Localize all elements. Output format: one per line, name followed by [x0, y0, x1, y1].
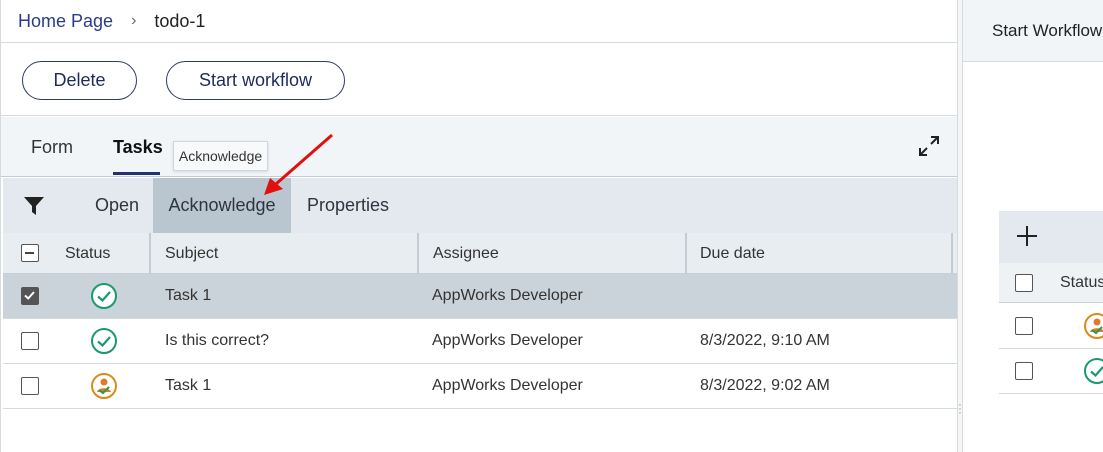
column-divider[interactable]: [685, 233, 687, 274]
task-toolbar: Open Acknowledge Properties: [3, 178, 958, 233]
row-checkbox[interactable]: [1015, 362, 1033, 380]
assignee-cell: AppWorks Developer: [432, 377, 583, 394]
completed-icon: [91, 328, 117, 354]
tooltip: Acknowledge: [173, 141, 268, 171]
delete-button[interactable]: Delete: [22, 61, 137, 100]
acknowledge-button[interactable]: Acknowledge: [153, 178, 291, 233]
filter-icon[interactable]: [23, 196, 45, 216]
drag-handle-icon[interactable]: · · ·: [958, 398, 962, 418]
table-row[interactable]: Task 1 AppWorks Developer: [3, 274, 958, 319]
open-button[interactable]: Open: [81, 178, 153, 233]
table-row[interactable]: Is this correct? AppWorks Developer 8/3/…: [3, 319, 958, 364]
right-panel-toolbar: [999, 211, 1103, 263]
tab-form[interactable]: Form: [31, 137, 73, 158]
completed-icon: [1084, 358, 1103, 384]
table-row[interactable]: [999, 304, 1103, 349]
column-header-status[interactable]: Status: [1060, 274, 1103, 292]
assignee-cell: AppWorks Developer: [432, 332, 583, 349]
column-header-subject[interactable]: Subject: [165, 233, 218, 274]
subject-cell: Is this correct?: [165, 332, 270, 349]
right-panel-title: Start Workflow: [963, 0, 1103, 62]
add-icon[interactable]: [1014, 223, 1040, 249]
completed-icon: [91, 283, 117, 309]
column-divider[interactable]: [417, 233, 419, 274]
due-date-cell: 8/3/2022, 9:02 AM: [700, 377, 830, 394]
properties-button[interactable]: Properties: [293, 178, 403, 233]
due-date-cell: 8/3/2022, 9:10 AM: [700, 332, 830, 349]
start-workflow-button[interactable]: Start workflow: [166, 61, 345, 100]
column-header-due-date[interactable]: Due date: [700, 233, 765, 274]
chevron-right-icon: ›: [131, 12, 137, 29]
column-divider[interactable]: [951, 233, 953, 274]
expand-icon[interactable]: [918, 135, 940, 157]
column-header-status[interactable]: Status: [65, 233, 110, 274]
row-checkbox[interactable]: [21, 287, 39, 305]
active-tab-indicator: [113, 172, 160, 175]
tab-bar: Form Tasks: [1, 117, 958, 177]
assignee-cell: AppWorks Developer: [432, 287, 583, 304]
row-checkbox[interactable]: [21, 332, 39, 350]
tab-tasks[interactable]: Tasks: [113, 137, 163, 158]
right-panel: Start Workflow Status: [963, 0, 1103, 452]
table-row[interactable]: [999, 349, 1103, 394]
select-all-checkbox[interactable]: [21, 244, 39, 262]
row-checkbox[interactable]: [1015, 317, 1033, 335]
breadcrumb-home-link[interactable]: Home Page: [18, 11, 113, 32]
table-row[interactable]: Task 1 AppWorks Developer 8/3/2022, 9:02…: [3, 364, 958, 409]
assigned-user-icon: [91, 373, 117, 399]
right-panel-table-header: Status: [999, 263, 1103, 303]
checkmark-icon: [24, 291, 35, 300]
main-panel: Home Page › todo-1 Delete Start workflow…: [0, 0, 958, 452]
row-checkbox[interactable]: [21, 377, 39, 395]
column-header-assignee[interactable]: Assignee: [433, 233, 499, 274]
select-all-checkbox[interactable]: [1015, 274, 1033, 292]
assigned-user-icon: [1084, 313, 1103, 339]
breadcrumb-current: todo-1: [154, 10, 206, 31]
action-bar: Delete Start workflow: [1, 44, 958, 116]
breadcrumb: Home Page › todo-1: [1, 0, 958, 43]
subject-cell: Task 1: [165, 377, 212, 394]
table-header: Status Subject Assignee Due date: [3, 233, 958, 274]
column-divider[interactable]: [149, 233, 151, 274]
subject-cell: Task 1: [165, 287, 212, 304]
